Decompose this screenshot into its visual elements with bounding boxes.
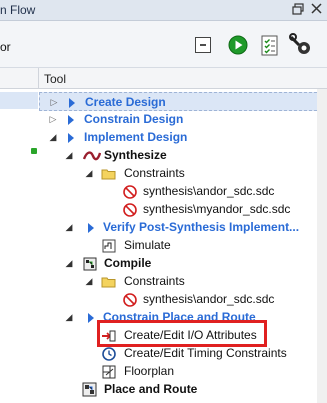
collapse-arrow-icon[interactable]: ◢ [64,257,74,269]
tree-item-label: Constraints [124,166,185,180]
tree-row-sdc-file[interactable]: synthesis\andor_sdc.sdc [39,290,327,309]
collapse-arrow-icon[interactable]: ◢ [64,221,74,233]
no-entry-icon [122,184,137,199]
module-name: or [0,40,11,54]
place-route-icon [82,382,97,397]
tree-row-create-design[interactable]: ▷ Create Design [39,92,327,111]
tree-item-label: Create Design [85,95,166,109]
tree-header: Tool [0,68,327,89]
highlight-annotation [97,320,267,347]
tree-item-label: Constraints [124,274,185,288]
folder-icon [101,166,116,181]
tree-row-simulate[interactable]: Simulate [39,236,327,255]
tree-row-place-route[interactable]: Place and Route [39,380,327,399]
collapse-arrow-icon[interactable]: ◢ [84,275,94,287]
tree-item-label: Constrain Design [84,112,184,126]
close-icon[interactable] [310,3,323,16]
tree-item-label: Simulate [124,238,171,252]
column-divider[interactable] [38,68,39,89]
simulate-icon [101,238,116,253]
tree-item-label: Floorplan [124,364,175,378]
tree-item-label: Implement Design [84,130,188,144]
clock-icon [101,346,116,361]
tree-row-implement-design[interactable]: ◢ Implement Design [39,128,327,147]
tree-item-label: Synthesize [104,148,167,162]
folder-icon [101,274,116,289]
tree-item-label: synthesis\andor_sdc.sdc [143,292,275,306]
panel-title: n Flow [0,3,36,17]
compile-icon [82,256,97,271]
collapse-arrow-icon[interactable]: ◢ [64,149,74,161]
blue-arrow-icon [63,112,78,127]
tree-row-floorplan[interactable]: Floorplan [39,362,327,381]
blue-arrow-icon [63,130,78,145]
tree-row-verify-post-synthesis[interactable]: ◢ Verify Post-Synthesis Implement... [39,218,327,237]
restore-icon[interactable] [291,3,304,16]
vertical-scrollbar[interactable] [317,89,327,403]
tree-row-compile[interactable]: ◢ Compile [39,254,327,273]
tree-item-label: synthesis\andor_sdc.sdc [143,184,275,198]
blue-arrow-icon [83,310,98,325]
column-header-tool[interactable]: Tool [44,72,66,86]
run-button[interactable] [226,33,250,57]
tree-item-label: Compile [104,256,152,270]
synthesize-icon [82,148,102,163]
collapse-arrow-icon[interactable]: ◢ [48,131,58,143]
report-button[interactable] [258,33,282,57]
floorplan-icon [101,364,116,379]
selection-strip [0,92,38,109]
design-flow-tree: ▷ Create Design ▷ Constrain Design ◢ Imp… [39,89,327,403]
tree-row-partial [39,398,327,403]
options-button[interactable] [289,33,313,57]
tree-row-synthesize[interactable]: ◢ Synthesize [39,146,327,165]
collapse-arrow-icon[interactable]: ◢ [84,167,94,179]
expand-arrow-icon[interactable]: ▷ [49,96,59,108]
expand-arrow-icon[interactable]: ▷ [48,113,58,125]
blue-arrow-icon [83,220,98,235]
tree-row-sdc-file[interactable]: synthesis\myandor_sdc.sdc [39,200,327,219]
status-green-icon [31,148,37,154]
tree-row-constraints[interactable]: ◢ Constraints [39,272,327,291]
collapse-all-button[interactable] [195,37,211,53]
blue-arrow-icon [64,95,79,110]
tree-item-label: synthesis\myandor_sdc.sdc [143,202,291,216]
collapse-arrow-icon[interactable]: ◢ [64,311,74,323]
status-column [0,89,38,403]
tree-item-label: Create/Edit Timing Constraints [124,346,287,360]
no-entry-icon [122,292,137,307]
tree-item-label: Place and Route [104,382,198,396]
tree-item-label: Verify Post-Synthesis Implement... [103,220,300,234]
panel-titlebar: n Flow [0,0,327,21]
tree-row-sdc-file[interactable]: synthesis\andor_sdc.sdc [39,182,327,201]
tree-row-constrain-design[interactable]: ▷ Constrain Design [39,110,327,129]
tree-row-constraints[interactable]: ◢ Constraints [39,164,327,183]
no-entry-icon [122,202,137,217]
